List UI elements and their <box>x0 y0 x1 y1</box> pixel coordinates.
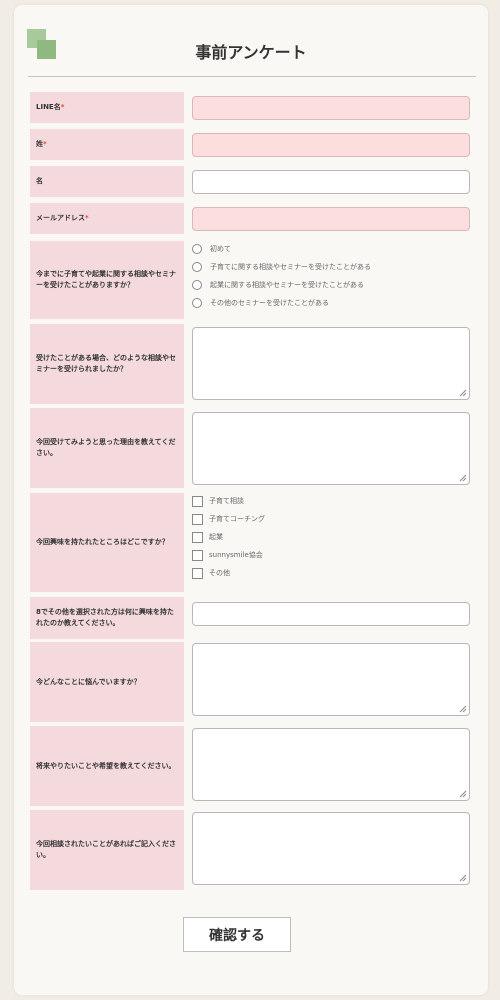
radio-button[interactable] <box>192 280 202 290</box>
label-reason: 今回受けてみようと思った理由を教えてください。 <box>30 408 184 488</box>
label-mei: 名 <box>30 166 184 197</box>
label-sei: 姓 * <box>30 129 184 160</box>
checkbox[interactable] <box>192 531 203 543</box>
which-seminar-textarea[interactable] <box>192 327 470 400</box>
label-future: 将来やりたいことや希望を教えてください。 <box>30 726 184 806</box>
label-other-interest: 8でその他を選択された方は何に興味を持たれたのか教えてください。 <box>30 597 184 639</box>
label-experience: 今までに子育てや起業に関する相談やセミナーを受けたことがありますか？ <box>30 241 184 319</box>
radio-button[interactable] <box>192 262 202 272</box>
label-worries: 今どんなことに悩んでいますか？ <box>30 642 184 722</box>
required-mark: * <box>85 214 89 222</box>
resize-grip-icon[interactable] <box>459 474 467 482</box>
radio-option-business[interactable]: 起業に関する相談やセミナーを受けたことがある <box>192 279 364 291</box>
checkbox-option-childcare-coaching[interactable]: 子育てコーチング <box>192 513 265 525</box>
checkbox-option-sunnysmile[interactable]: sunnysmile協会 <box>192 549 263 561</box>
resize-grip-icon[interactable] <box>459 874 467 882</box>
required-mark: * <box>43 140 47 148</box>
checkbox-option-childcare-consult[interactable]: 子育て相談 <box>192 495 244 507</box>
divider <box>28 76 476 77</box>
radio-button[interactable] <box>192 298 202 308</box>
checkbox-option-business[interactable]: 起業 <box>192 531 223 543</box>
checkbox[interactable] <box>192 495 203 507</box>
future-textarea[interactable] <box>192 728 470 801</box>
resize-grip-icon[interactable] <box>459 790 467 798</box>
sei-input[interactable] <box>192 133 470 157</box>
checkbox[interactable] <box>192 567 203 579</box>
other-interest-input[interactable] <box>192 602 470 626</box>
checkbox[interactable] <box>192 549 203 561</box>
confirm-button[interactable]: 確認する <box>183 917 291 952</box>
form-card: 事前アンケート LINE名 * 姓 * 名 メールアドレス * 今までに子育てや起業に… <box>14 5 488 995</box>
required-mark: * <box>60 103 65 111</box>
reason-textarea[interactable] <box>192 412 470 485</box>
label-consult: 今回相談されたいことがあればご記入ください。 <box>30 810 184 890</box>
resize-grip-icon[interactable] <box>459 705 467 713</box>
checkbox-option-other[interactable]: その他 <box>192 567 230 579</box>
label-which-seminar: 受けたことがある場合、どのような相談やセミナーを受けられましたか？ <box>30 324 184 404</box>
resize-grip-icon[interactable] <box>459 389 467 397</box>
radio-option-first-time[interactable]: 初めて <box>192 243 231 255</box>
mei-input[interactable] <box>192 170 470 194</box>
consult-textarea[interactable] <box>192 812 470 885</box>
label-interest: 今回興味を持たれたところはどこですか？ <box>30 493 184 592</box>
page-title: 事前アンケート <box>195 43 307 62</box>
email-input[interactable] <box>192 207 470 231</box>
radio-option-other[interactable]: その他のセミナーを受けたことがある <box>192 297 329 309</box>
radio-button[interactable] <box>192 244 202 254</box>
worries-textarea[interactable] <box>192 643 470 716</box>
label-email: メールアドレス * <box>30 203 184 234</box>
checkbox[interactable] <box>192 513 203 525</box>
radio-option-childcare[interactable]: 子育てに関する相談やセミナーを受けたことがある <box>192 261 371 273</box>
label-line-name: LINE名 * <box>30 92 184 123</box>
line-name-input[interactable] <box>192 96 470 120</box>
